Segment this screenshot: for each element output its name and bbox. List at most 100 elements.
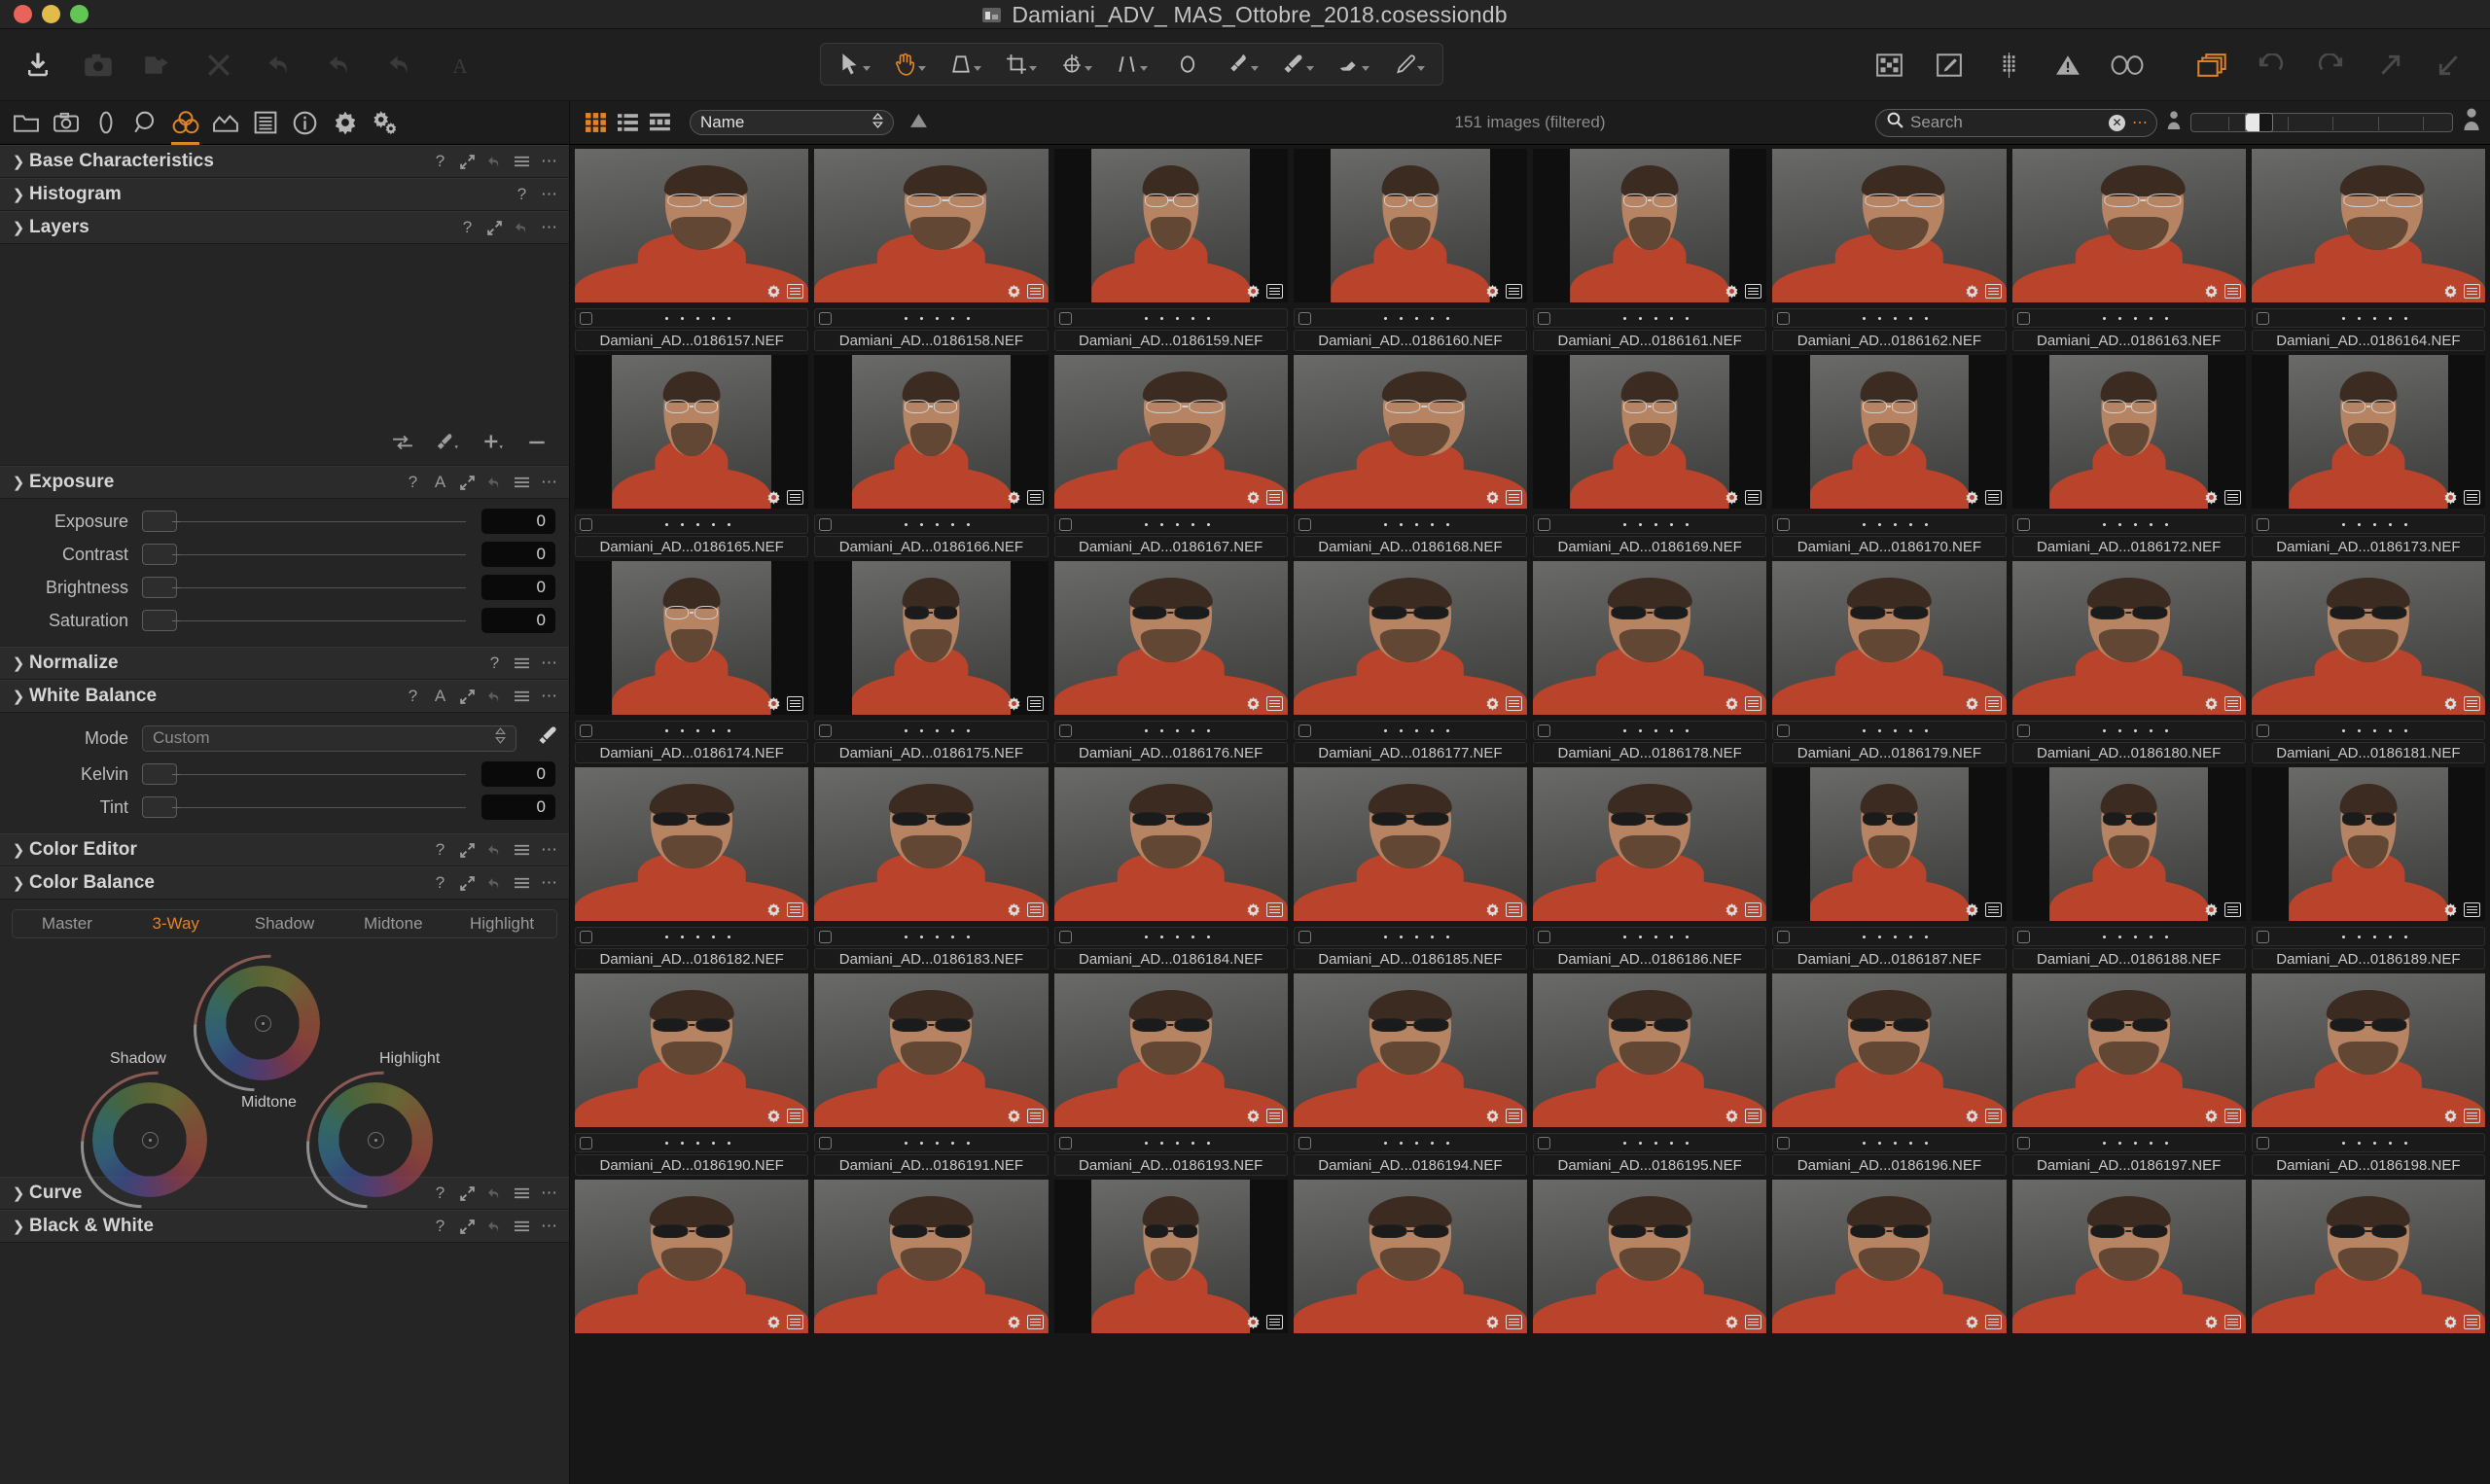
- select-checkbox[interactable]: [1058, 1136, 1072, 1149]
- thumbnail-rating-row[interactable]: [2251, 721, 2485, 740]
- saturation-slider[interactable]: [142, 610, 472, 631]
- gear-icon[interactable]: [1965, 490, 1979, 505]
- menu-icon[interactable]: [514, 655, 530, 672]
- select-checkbox[interactable]: [2256, 724, 2269, 737]
- gear-icon[interactable]: [1965, 1109, 1979, 1123]
- menu-icon[interactable]: [514, 689, 530, 705]
- close-button[interactable]: [14, 5, 32, 23]
- gear-icon[interactable]: [2204, 696, 2219, 711]
- star-rating[interactable]: [832, 1141, 1043, 1145]
- select-checkbox[interactable]: [819, 724, 833, 737]
- thumbnail-rating-row[interactable]: [2251, 927, 2485, 946]
- gear-icon[interactable]: [1725, 902, 1739, 917]
- tab-3-way[interactable]: 3-Way: [122, 914, 231, 934]
- settings-list-icon[interactable]: [1745, 902, 1762, 917]
- thumbnail-rating-row[interactable]: [1772, 927, 2007, 946]
- help-icon[interactable]: ?: [432, 840, 448, 859]
- star-rating[interactable]: [592, 728, 803, 732]
- star-rating[interactable]: [1072, 1141, 1283, 1145]
- gear-icon[interactable]: [1007, 490, 1021, 505]
- tool-tab-capture[interactable]: [46, 101, 86, 145]
- gear-icon[interactable]: [1246, 490, 1261, 505]
- settings-list-icon[interactable]: [787, 284, 804, 299]
- contrast-value[interactable]: 0: [481, 542, 555, 567]
- gear-icon[interactable]: [2204, 1109, 2219, 1123]
- thumbnail-image[interactable]: [1053, 973, 1288, 1127]
- chevron-right-icon[interactable]: ❯: [8, 841, 29, 859]
- reset-icon[interactable]: [486, 154, 503, 170]
- star-rating[interactable]: [592, 1141, 803, 1145]
- select-checkbox[interactable]: [1538, 1136, 1550, 1149]
- thumbnail-rating-row[interactable]: [1293, 721, 1527, 740]
- panel-header-black-and-white[interactable]: ❯ Black & White ? ⋯: [0, 1210, 569, 1243]
- thumbnail-image[interactable]: [814, 1180, 1049, 1333]
- thumbnail-cell[interactable]: Damiani_AD...0186188.NEF: [2010, 763, 2249, 970]
- thumbnail-cell[interactable]: Damiani_AD...0186196.NEF: [1769, 970, 2009, 1176]
- thumbnail-image[interactable]: [2251, 1180, 2485, 1333]
- panel-header-base-characteristics[interactable]: ❯ Base Characteristics ? ⋯: [0, 145, 569, 178]
- settings-list-icon[interactable]: [2223, 490, 2241, 505]
- select-checkbox[interactable]: [1298, 930, 1311, 943]
- thumbnail-image[interactable]: [814, 561, 1049, 715]
- menu-icon[interactable]: [514, 875, 530, 892]
- thumbnail-cell[interactable]: Damiani_AD...0186159.NEF: [1051, 145, 1291, 351]
- thumbnail-image[interactable]: [1053, 149, 1288, 302]
- thumbnail-rating-row[interactable]: [1053, 721, 1288, 740]
- thumbnail-image[interactable]: [575, 767, 809, 921]
- select-tool[interactable]: [827, 45, 882, 84]
- expand-icon[interactable]: [486, 220, 503, 236]
- thumbnail-image[interactable]: [1293, 149, 1527, 302]
- tab-master[interactable]: Master: [13, 914, 122, 934]
- crop-tool[interactable]: [993, 45, 1049, 84]
- thumbnail-cell[interactable]: Damiani_AD...0186164.NEF: [2249, 145, 2488, 351]
- star-rating[interactable]: [1550, 1141, 1761, 1145]
- thumbnail-cell[interactable]: Damiani_AD...0186178.NEF: [1530, 557, 1769, 763]
- star-rating[interactable]: [1790, 728, 2001, 732]
- select-checkbox[interactable]: [1777, 724, 1791, 737]
- thumbnail-rating-row[interactable]: [2251, 514, 2485, 534]
- settings-list-icon[interactable]: [2464, 284, 2480, 299]
- select-checkbox[interactable]: [2016, 311, 2030, 325]
- settings-list-icon[interactable]: [1026, 696, 1044, 711]
- help-icon[interactable]: ?: [486, 654, 503, 672]
- thumbnail-cell[interactable]: Damiani_AD...0186181.NEF: [2249, 557, 2488, 763]
- thumbnail-rating-row[interactable]: [2011, 721, 2246, 740]
- panel-header-layers[interactable]: ❯ Layers ? ⋯: [0, 211, 569, 244]
- capture-button[interactable]: [68, 38, 128, 92]
- thumbnail-image[interactable]: [2011, 767, 2246, 921]
- thumbnail-image[interactable]: [2251, 973, 2485, 1127]
- thumbnail-cell[interactable]: Damiani_AD...0186197.NEF: [2010, 970, 2249, 1176]
- thumbnail-cell[interactable]: Damiani_AD...0186158.NEF: [811, 145, 1050, 351]
- thumbnail-size-slider[interactable]: [2190, 113, 2453, 132]
- delete-button[interactable]: [189, 38, 249, 92]
- menu-icon[interactable]: [514, 475, 530, 491]
- gear-icon[interactable]: [1246, 902, 1261, 917]
- thumbnail-rating-row[interactable]: [1293, 514, 1527, 534]
- settings-list-icon[interactable]: [1984, 902, 2002, 917]
- add-layer-icon[interactable]: [481, 433, 505, 457]
- gear-icon[interactable]: [1485, 284, 1500, 299]
- clear-search-icon[interactable]: ✕: [2109, 114, 2125, 131]
- star-rating[interactable]: [1311, 728, 1522, 732]
- gear-icon[interactable]: [766, 284, 781, 299]
- reset-icon[interactable]: [486, 875, 503, 892]
- expand-icon[interactable]: [459, 475, 476, 491]
- settings-list-icon[interactable]: [1506, 696, 1522, 711]
- settings-list-icon[interactable]: [2223, 284, 2241, 299]
- gear-icon[interactable]: [1485, 696, 1500, 711]
- chevron-down-icon[interactable]: ❯: [8, 688, 29, 705]
- thumbnail-rating-row[interactable]: [2011, 514, 2246, 534]
- gear-icon[interactable]: [766, 902, 781, 917]
- settings-list-icon[interactable]: [2223, 1315, 2241, 1329]
- menu-icon[interactable]: [514, 154, 530, 170]
- thumbnail-cell[interactable]: Damiani_AD...0186169.NEF: [1530, 351, 1769, 557]
- settings-list-icon[interactable]: [1026, 1315, 1044, 1329]
- exposure-warning-button[interactable]: [2038, 38, 2097, 92]
- list-view-button[interactable]: [612, 108, 644, 137]
- star-rating[interactable]: [1790, 522, 2001, 526]
- more-icon[interactable]: ⋯: [541, 840, 557, 859]
- gear-icon[interactable]: [766, 696, 781, 711]
- gear-icon[interactable]: [1007, 284, 1021, 299]
- select-checkbox[interactable]: [819, 311, 833, 325]
- settings-list-icon[interactable]: [1745, 1109, 1762, 1123]
